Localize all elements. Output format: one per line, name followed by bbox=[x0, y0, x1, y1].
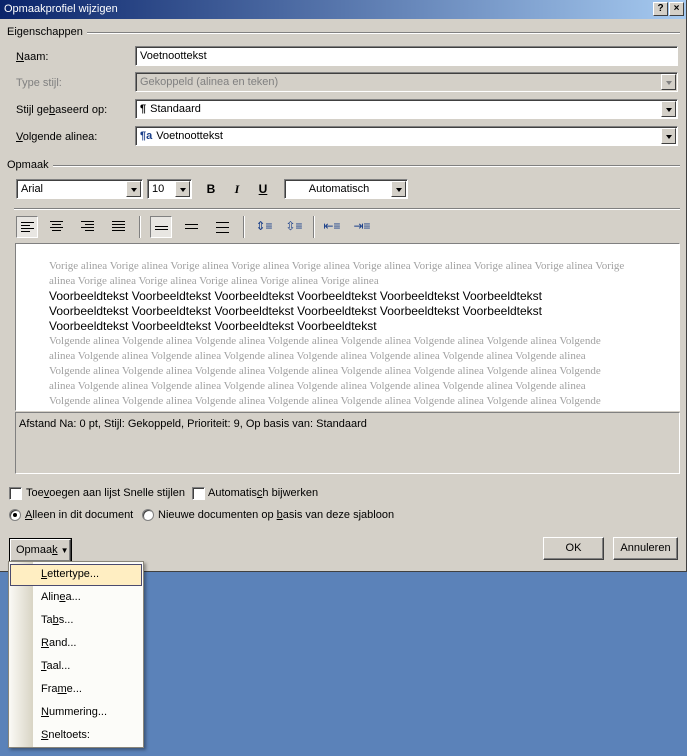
align-center-button[interactable] bbox=[46, 216, 68, 238]
style-preview: Vorige alinea Vorige alinea Vorige aline… bbox=[15, 243, 680, 411]
decrease-spacing-before-button[interactable]: ⇳≡ bbox=[283, 216, 305, 238]
menu-item-numbering[interactable]: Nummering... bbox=[10, 702, 142, 724]
menu-item-font[interactable]: Lettertype... bbox=[10, 564, 142, 586]
formatting-divider bbox=[52, 165, 680, 167]
close-icon[interactable]: × bbox=[669, 2, 684, 16]
preview-previous-paragraph: Vorige alinea Vorige alinea Vorige aline… bbox=[49, 260, 628, 287]
double-spacing-icon bbox=[216, 222, 229, 235]
bold-button[interactable]: B bbox=[200, 179, 222, 201]
properties-group-label: Eigenschappen bbox=[7, 26, 87, 38]
menu-item-shortcut[interactable]: Sneltoets: bbox=[10, 725, 142, 747]
font-color-select[interactable]: Automatisch bbox=[284, 179, 408, 199]
one-half-spacing-button[interactable] bbox=[181, 216, 203, 238]
chevron-down-icon[interactable] bbox=[126, 181, 141, 197]
modify-style-dialog: Opmaakprofiel wijzigen ? × Eigenschappen… bbox=[0, 0, 687, 572]
based-on-select[interactable]: ¶ Standaard bbox=[135, 99, 678, 119]
format-dropdown-menu: Lettertype... Alinea... Tabs... Rand... … bbox=[8, 561, 144, 748]
single-spacing-button[interactable] bbox=[150, 216, 172, 238]
chevron-down-icon[interactable] bbox=[661, 101, 676, 117]
only-this-document-label: Alleen in dit document bbox=[25, 509, 134, 521]
name-label: Naam: bbox=[16, 51, 49, 63]
menu-item-tabs[interactable]: Tabs... bbox=[10, 610, 142, 632]
chevron-down-icon[interactable] bbox=[661, 128, 676, 144]
style-type-value: Gekoppeld (alinea en teken) bbox=[140, 76, 279, 88]
formatting-group-label: Opmaak bbox=[7, 159, 53, 171]
italic-button[interactable]: I bbox=[226, 179, 248, 201]
paragraph-style-icon: ¶ bbox=[140, 103, 147, 115]
chevron-down-icon bbox=[661, 74, 676, 90]
auto-update-label: Automatisch bijwerken bbox=[208, 487, 319, 499]
justify-icon bbox=[112, 221, 125, 233]
spacing-after-icon: ⇳≡ bbox=[285, 219, 303, 233]
preview-sample-text: Voorbeeldtekst Voorbeeldtekst Voorbeeldt… bbox=[49, 289, 543, 333]
name-input[interactable]: Voetnoottekst bbox=[135, 46, 678, 66]
menu-item-language[interactable]: Taal... bbox=[10, 656, 142, 678]
style-type-label: Type stijl: bbox=[16, 77, 62, 89]
justify-button[interactable] bbox=[108, 216, 130, 238]
font-size-select[interactable]: 10 bbox=[147, 179, 192, 199]
align-left-button[interactable] bbox=[16, 216, 38, 238]
font-select[interactable]: Arial bbox=[16, 179, 143, 199]
single-spacing-icon bbox=[155, 226, 168, 230]
toolbar-separator bbox=[139, 216, 141, 238]
font-color-value: Automatisch bbox=[308, 183, 370, 195]
menu-item-frame[interactable]: Frame... bbox=[10, 679, 142, 701]
align-right-button[interactable] bbox=[77, 216, 99, 238]
toolbar-divider bbox=[14, 208, 680, 210]
next-paragraph-label: Volgende alinea: bbox=[16, 131, 98, 143]
window-title: Opmaakprofiel wijzigen bbox=[4, 3, 118, 15]
new-documents-radio[interactable] bbox=[142, 509, 154, 521]
double-spacing-button[interactable] bbox=[212, 216, 234, 238]
indent-icon: ⇥≡ bbox=[353, 219, 371, 233]
outdent-icon: ⇤≡ bbox=[323, 219, 341, 233]
spacing-before-icon: ⇕≡ bbox=[255, 219, 273, 233]
title-bar: Opmaakprofiel wijzigen ? × bbox=[0, 0, 686, 19]
ok-button[interactable]: OK bbox=[543, 537, 604, 560]
format-menu-button[interactable]: Opmaak ▼ bbox=[9, 538, 72, 563]
based-on-value: Standaard bbox=[150, 103, 201, 115]
new-documents-label: Nieuwe documenten op basis van deze sjab… bbox=[158, 509, 395, 521]
chevron-down-icon[interactable] bbox=[391, 181, 406, 197]
menu-item-border[interactable]: Rand... bbox=[10, 633, 142, 655]
toolbar-separator bbox=[313, 216, 315, 238]
increase-spacing-before-button[interactable]: ⇕≡ bbox=[253, 216, 275, 238]
chevron-down-icon: ▼ bbox=[60, 546, 69, 555]
align-center-icon bbox=[50, 221, 63, 233]
auto-update-checkbox[interactable] bbox=[192, 487, 205, 500]
underline-button[interactable]: U bbox=[252, 179, 274, 201]
linked-style-icon: ¶a bbox=[140, 130, 153, 142]
one-half-spacing-icon bbox=[185, 224, 198, 231]
font-size-value: 10 bbox=[152, 183, 165, 195]
cancel-button[interactable]: Annuleren bbox=[613, 537, 678, 560]
toolbar-separator bbox=[243, 216, 245, 238]
add-quick-styles-label: Toevoegen aan lijst Snelle stijlen bbox=[26, 487, 186, 499]
preview-next-paragraph: Volgende alinea Volgende alinea Volgende… bbox=[49, 335, 601, 407]
menu-item-paragraph[interactable]: Alinea... bbox=[10, 587, 142, 609]
style-type-select: Gekoppeld (alinea en teken) bbox=[135, 72, 678, 92]
align-right-icon bbox=[81, 221, 94, 233]
help-icon[interactable]: ? bbox=[653, 2, 668, 16]
next-paragraph-value: Voetnoottekst bbox=[156, 130, 223, 142]
style-description: Afstand Na: 0 pt, Stijl: Gekoppeld, Prio… bbox=[15, 412, 680, 474]
next-paragraph-select[interactable]: ¶a Voetnoottekst bbox=[135, 126, 678, 146]
increase-indent-button[interactable]: ⇥≡ bbox=[351, 216, 373, 238]
only-this-document-radio[interactable] bbox=[9, 509, 21, 521]
decrease-indent-button[interactable]: ⇤≡ bbox=[321, 216, 343, 238]
align-left-icon bbox=[21, 222, 34, 234]
add-quick-styles-checkbox[interactable] bbox=[9, 487, 22, 500]
based-on-label: Stijl gebaseerd op: bbox=[16, 104, 108, 116]
font-value: Arial bbox=[21, 183, 44, 195]
chevron-down-icon[interactable] bbox=[175, 181, 190, 197]
properties-divider bbox=[84, 32, 680, 34]
